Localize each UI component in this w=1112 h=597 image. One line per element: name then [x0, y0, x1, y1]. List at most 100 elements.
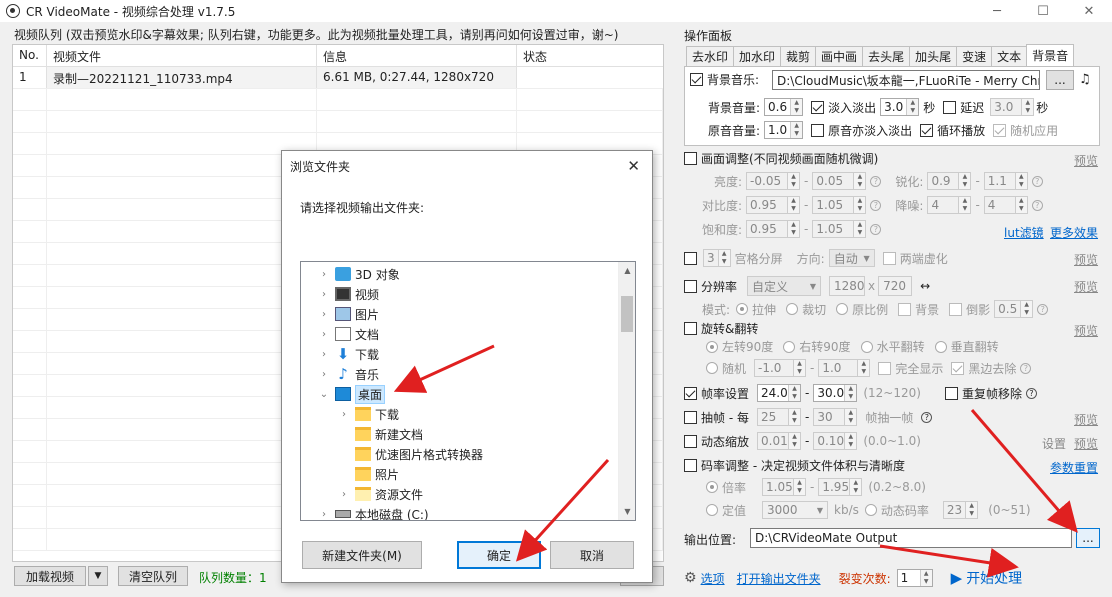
col-status[interactable]: 状态 [517, 45, 663, 66]
denoise-max-stepper[interactable]: 4 ▲ ▼ [983, 196, 1028, 214]
load-dropdown-button[interactable]: ▼ [88, 566, 108, 586]
brightness-min-stepper[interactable]: -0.05 ▲ ▼ [746, 172, 801, 190]
zoom-preview-link[interactable]: 预览 [1074, 435, 1098, 452]
help-icon[interactable]: ? [1025, 387, 1037, 399]
tree-item[interactable]: › 下载 [337, 404, 399, 424]
chevron-up-icon[interactable]: ▲ [619, 262, 635, 279]
start-process-button[interactable]: 开始处理 [966, 568, 1022, 588]
zoom-min-stepper[interactable]: 0.01 ▲ ▼ [757, 432, 802, 450]
grid-checkbox[interactable] [684, 251, 697, 265]
new-folder-button[interactable]: 新建文件夹(M) [302, 541, 422, 569]
options-link[interactable]: 选项 [701, 570, 725, 587]
resolution-preview-link[interactable]: 预览 [1074, 278, 1098, 295]
more-effects-link[interactable]: 更多效果 [1050, 224, 1098, 241]
delay-stepper[interactable]: 3.0 ▲ ▼ [990, 98, 1035, 116]
edge-blur-checkbox[interactable] [882, 251, 896, 265]
tree-item[interactable]: › 本地磁盘 (C:) [317, 504, 429, 521]
random-rotate-radio[interactable] [706, 362, 718, 374]
tab-text[interactable]: 文本 [991, 46, 1028, 66]
crop-radio[interactable] [786, 303, 799, 315]
zoom-checkbox[interactable] [684, 434, 697, 448]
fission-stepper[interactable]: 1 ▲ ▼ [896, 569, 933, 587]
tab-pip[interactable]: 画中画 [815, 46, 864, 66]
dynamic-stepper[interactable]: 23 ▲ ▼ [942, 501, 979, 519]
contrast-max-stepper[interactable]: 1.05 ▲ ▼ [812, 196, 867, 214]
rotate-left-radio[interactable] [706, 340, 718, 353]
width-field[interactable]: 1280 [829, 276, 866, 296]
saturation-min-stepper[interactable]: 0.95 ▲ ▼ [746, 220, 801, 238]
fps-max-stepper[interactable]: 30.0 ▲ ▼ [813, 384, 858, 402]
tree-item[interactable]: 新建文档 [337, 424, 423, 444]
tab-crop[interactable]: 裁剪 [780, 46, 817, 66]
tab-remove-watermark[interactable]: 去水印 [686, 46, 735, 66]
minimize-icon[interactable]: ─ [974, 0, 1020, 22]
fade-stepper[interactable]: 3.0 ▲ ▼ [880, 98, 920, 116]
sharpen-min-stepper[interactable]: 0.9 ▲ ▼ [927, 172, 972, 190]
cancel-button[interactable]: 取消 [550, 541, 634, 569]
tab-add-intro[interactable]: 加头尾 [909, 46, 958, 66]
bgm-browse-button[interactable]: ... [1046, 70, 1074, 90]
full-display-checkbox[interactable] [878, 361, 892, 375]
help-icon[interactable]: ? [1031, 199, 1043, 211]
bitrate-checkbox[interactable] [684, 459, 697, 472]
fixed-bitrate-select[interactable]: 3000 ▼ [762, 501, 829, 519]
load-video-button[interactable]: 加载视频 [14, 566, 86, 586]
col-file[interactable]: 视频文件 [47, 45, 317, 66]
hflip-radio[interactable] [860, 340, 873, 353]
multiplier-max-stepper[interactable]: 1.95 ▲ ▼ [818, 478, 863, 496]
rotate-min-stepper[interactable]: -1.0 ▲ ▼ [754, 359, 807, 377]
stretch-radio[interactable] [736, 303, 749, 315]
col-no[interactable]: No. [13, 45, 47, 66]
scroll-thumb[interactable] [621, 296, 633, 332]
rotate-right-radio[interactable] [783, 340, 796, 353]
contrast-min-stepper[interactable]: 0.95 ▲ ▼ [746, 196, 801, 214]
height-field[interactable]: 720 [878, 276, 913, 296]
output-path-field[interactable]: D:\CRVideoMate Output [750, 528, 1072, 548]
zoom-settings-link[interactable]: 设置 [1042, 435, 1066, 452]
fps-min-stepper[interactable]: 24.0 ▲ ▼ [757, 384, 802, 402]
table-row[interactable]: 1 录制—20221121_110733.mp4 6.61 MB, 0:27.4… [13, 67, 663, 89]
random-apply-checkbox[interactable] [993, 123, 1007, 137]
tree-item[interactable]: 优速图片格式转换器 [337, 444, 483, 464]
vflip-radio[interactable] [934, 340, 947, 353]
sharpen-max-stepper[interactable]: 1.1 ▲ ▼ [983, 172, 1028, 190]
tree-item[interactable]: › 3D 对象 [317, 264, 400, 284]
extract-min-stepper[interactable]: 25 ▲ ▼ [756, 408, 801, 426]
tab-speed[interactable]: 变速 [956, 46, 993, 66]
help-icon[interactable]: ? [1037, 303, 1049, 315]
bgm-path-field[interactable]: D:\CloudMusic\坂本龍一,FLuoRiTe - Merry Chri… [772, 70, 1040, 90]
maximize-icon[interactable]: ☐ [1020, 0, 1066, 22]
tree-item[interactable]: › 文档 [317, 324, 379, 344]
orig-volume-stepper[interactable]: 1.0 ▲ ▼ [764, 121, 804, 139]
swap-dimensions-icon[interactable]: ↔ [920, 279, 930, 293]
delay-checkbox[interactable] [943, 100, 957, 114]
zoom-max-stepper[interactable]: 0.10 ▲ ▼ [813, 432, 858, 450]
orig-fade-checkbox[interactable] [811, 123, 825, 137]
help-icon[interactable]: ? [870, 175, 882, 187]
music-note-icon[interactable]: ♫ [1079, 72, 1091, 87]
picture-adjust-checkbox[interactable] [684, 152, 697, 165]
chevron-down-icon[interactable]: ▼ [619, 503, 635, 520]
denoise-min-stepper[interactable]: 4 ▲ ▼ [927, 196, 972, 214]
saturation-max-stepper[interactable]: 1.05 ▲ ▼ [812, 220, 867, 238]
help-icon[interactable]: ? [1031, 175, 1043, 187]
gear-icon[interactable]: ⚙ [684, 570, 697, 586]
clear-queue-button[interactable]: 清空队列 [118, 566, 188, 586]
tree-item[interactable]: › 资源文件 [337, 484, 423, 504]
close-icon[interactable]: ✕ [627, 157, 640, 175]
fade-checkbox[interactable] [811, 100, 825, 114]
tab-trim[interactable]: 去头尾 [862, 46, 911, 66]
black-edge-checkbox[interactable] [951, 361, 965, 375]
extract-preview-link[interactable]: 预览 [1074, 411, 1098, 428]
col-info[interactable]: 信息 [317, 45, 517, 66]
tab-add-watermark[interactable]: 加水印 [733, 46, 782, 66]
close-icon[interactable]: ✕ [1066, 0, 1112, 22]
grid-count-stepper[interactable]: 3 ▲ ▼ [703, 249, 731, 267]
direction-select[interactable]: 自动 ▼ [828, 249, 875, 267]
multiplier-radio[interactable] [706, 481, 718, 493]
lut-filter-link[interactable]: lut滤镜 [1004, 224, 1044, 241]
picture-preview-link[interactable]: 预览 [1074, 152, 1098, 169]
resolution-checkbox[interactable] [684, 279, 697, 293]
help-icon[interactable]: ? [870, 223, 882, 235]
multiplier-min-stepper[interactable]: 1.05 ▲ ▼ [762, 478, 807, 496]
